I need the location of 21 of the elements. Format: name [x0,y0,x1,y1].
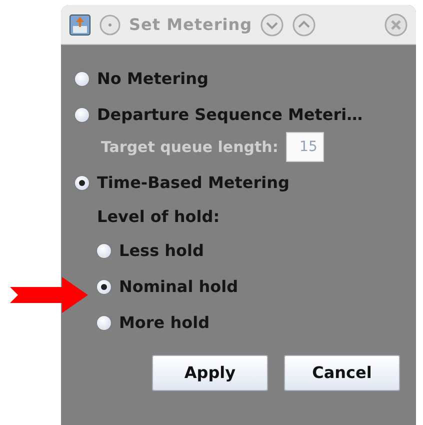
option-label: No Metering [97,68,208,90]
option-label: Nominal hold [119,276,238,298]
cancel-button[interactable]: Cancel [284,355,400,391]
option-label: Time-Based Metering [97,172,290,194]
minimize-icon[interactable] [260,12,284,36]
radio-button[interactable] [97,316,111,330]
radio-button[interactable] [97,244,111,258]
option-label: Departure Sequence Meteri… [97,104,363,126]
arrow-icon [8,276,90,314]
radio-button[interactable] [75,108,89,122]
option-label: More hold [119,312,210,334]
app-icon [69,14,91,36]
maximize-icon[interactable] [292,12,316,36]
apply-button[interactable]: Apply [152,355,268,391]
field-label: Target queue length: [101,136,278,158]
radio-button[interactable] [97,280,111,294]
option-label: Less hold [119,240,204,262]
radio-button[interactable] [75,176,89,190]
radio-button[interactable] [75,72,89,86]
window-title: Set Metering [129,14,252,36]
hold-label: Level of hold: [96,206,221,228]
